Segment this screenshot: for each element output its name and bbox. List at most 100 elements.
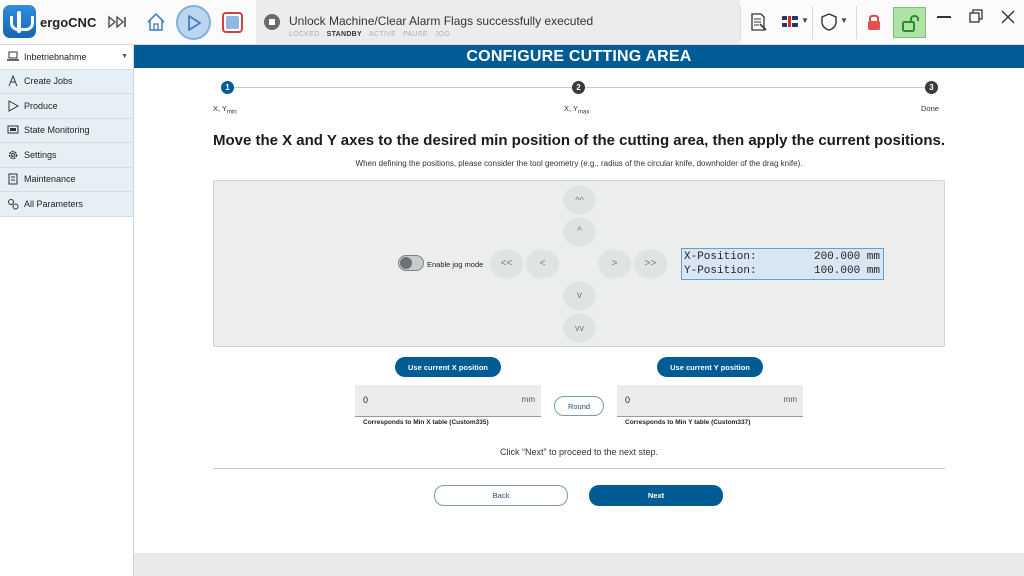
home-icon[interactable] <box>146 12 166 32</box>
app-name: ergoCNC <box>40 15 97 30</box>
gears-icon <box>7 198 19 210</box>
x-position-row: X-Position: 200.000 mm <box>684 251 880 263</box>
wizard-content: 1 2 3 X, Ymin X, Ymax Done Move the X an… <box>134 68 1024 553</box>
state-standby: STANDBY <box>326 31 363 38</box>
footer-bar <box>134 553 1024 576</box>
separator <box>856 6 857 39</box>
play-outline-icon <box>7 99 19 112</box>
shield-icon[interactable] <box>820 12 838 32</box>
sidebar: Inbetriebnahme ▼ Create Jobs Produce Sta… <box>0 45 134 576</box>
unlock-icon <box>901 14 919 32</box>
state-locked: LOCKED <box>289 31 320 38</box>
separator <box>812 6 813 39</box>
min-y-field[interactable]: 0 mm <box>617 385 803 417</box>
window-close-icon[interactable] <box>998 7 1018 27</box>
jog-right-button[interactable]: > <box>598 250 631 278</box>
step-3-label: Done <box>921 104 939 113</box>
min-x-value: 0 <box>363 395 369 405</box>
round-button[interactable]: Round <box>554 396 604 416</box>
min-y-unit: mm <box>783 395 797 404</box>
sidebar-item-label: Settings <box>24 149 57 160</box>
sidebar-item-settings[interactable]: Settings <box>0 143 133 168</box>
lock-icon[interactable] <box>865 12 883 32</box>
status-stop-icon <box>264 14 280 30</box>
use-current-x-button[interactable]: Use current X position <box>395 357 501 377</box>
back-button[interactable]: Back <box>434 485 568 506</box>
sidebar-item-label: Create Jobs <box>24 76 73 87</box>
skip-icon[interactable] <box>107 14 127 30</box>
sidebar-item-label: Produce <box>24 100 58 111</box>
ergocnc-logo-icon <box>3 5 36 38</box>
jog-up-button[interactable]: ^ <box>563 218 596 246</box>
next-button[interactable]: Next <box>589 485 723 506</box>
step-3-indicator: 3 <box>925 81 938 94</box>
step-2-label: X, Ymax <box>564 104 590 116</box>
language-chevron-down-icon[interactable]: ▼ <box>801 16 809 25</box>
hint-text: When defining the positions, please cons… <box>355 159 803 168</box>
divider <box>213 468 945 469</box>
jog-down-button[interactable]: v <box>563 282 596 310</box>
jog-down-fast-button[interactable]: vv <box>563 314 596 342</box>
top-toolbar: ergoCNC Unlock Machine/Clear Alarm Flags… <box>0 0 1024 45</box>
sidebar-item-label: Inbetriebnahme <box>24 51 87 62</box>
chevron-down-icon: ▼ <box>121 53 128 61</box>
min-x-field[interactable]: 0 mm <box>355 385 541 417</box>
step-2-indicator: 2 <box>572 81 585 94</box>
sidebar-item-label: All Parameters <box>24 198 84 209</box>
state-jog: JOG <box>434 31 451 38</box>
use-current-y-button[interactable]: Use current Y position <box>657 357 763 377</box>
y-position-value: 100.000 mm <box>813 265 880 277</box>
position-readout: X-Position: 200.000 mm Y-Position: 100.0… <box>681 248 884 280</box>
jog-left-fast-button[interactable]: << <box>490 250 523 278</box>
y-position-row: Y-Position: 100.000 mm <box>684 265 880 277</box>
stop-button[interactable] <box>222 12 243 33</box>
status-panel: Unlock Machine/Clear Alarm Flags success… <box>256 0 740 44</box>
main-panel: CONFIGURE CUTTING AREA 1 2 3 X, Ymin X, … <box>134 45 1024 576</box>
laptop-icon <box>7 51 19 63</box>
machine-states: LOCKED STANDBY ACTIVE PAUSE JOG <box>289 31 457 38</box>
play-button[interactable] <box>176 5 211 40</box>
sidebar-item-all-parameters[interactable]: All Parameters <box>0 192 133 217</box>
jog-mode-label: Enable jog mode <box>427 260 484 269</box>
clipboard-icon <box>7 173 19 185</box>
x-position-value: 200.000 mm <box>813 251 880 263</box>
sidebar-item-produce[interactable]: Produce <box>0 94 133 119</box>
y-position-label: Y-Position: <box>684 265 757 277</box>
jog-up-fast-button[interactable]: ^^ <box>563 186 596 214</box>
sidebar-item-maintenance[interactable]: Maintenance <box>0 167 133 192</box>
min-x-unit: mm <box>521 395 535 404</box>
window-minimize-icon[interactable] <box>934 10 954 24</box>
monitor-icon <box>7 124 19 136</box>
stepper-line <box>234 87 572 88</box>
min-y-value: 0 <box>625 395 631 405</box>
stepper-line <box>585 87 925 88</box>
state-pause: PAUSE <box>403 31 428 38</box>
unlock-button[interactable] <box>893 7 926 38</box>
sidebar-item-state-monitoring[interactable]: State Monitoring <box>0 118 133 143</box>
status-message: Unlock Machine/Clear Alarm Flags success… <box>289 14 594 28</box>
shield-chevron-down-icon[interactable]: ▼ <box>840 16 848 25</box>
sidebar-item-label: State Monitoring <box>24 125 90 136</box>
separator <box>740 6 741 39</box>
jog-mode-toggle[interactable] <box>398 255 424 271</box>
sidebar-mode-dropdown[interactable]: Inbetriebnahme ▼ <box>0 45 133 70</box>
proceed-text: Click “Next” to proceed to the next step… <box>499 447 659 457</box>
uk-flag-icon[interactable] <box>782 16 798 27</box>
gear-icon <box>7 149 19 161</box>
step-1-label: X, Ymin <box>213 104 237 116</box>
min-y-caption: Corresponds to Min Y table (Custom337) <box>625 419 751 426</box>
step-1-indicator: 1 <box>221 81 234 94</box>
jog-right-fast-button[interactable]: >> <box>634 250 667 278</box>
x-position-label: X-Position: <box>684 251 757 263</box>
window-restore-icon[interactable] <box>967 8 985 24</box>
sidebar-item-label: Maintenance <box>24 174 76 185</box>
sidebar-item-create-jobs[interactable]: Create Jobs <box>0 69 133 94</box>
instruction-text: Move the X and Y axes to the desired min… <box>212 132 946 149</box>
state-active: ACTIVE <box>369 31 397 38</box>
jog-left-button[interactable]: < <box>526 250 559 278</box>
page-title: CONFIGURE CUTTING AREA <box>134 45 1024 68</box>
tool-icon <box>7 75 19 87</box>
min-x-caption: Corresponds to Min X table (Custom335) <box>363 419 489 426</box>
play-icon <box>187 14 201 31</box>
document-icon[interactable] <box>748 12 768 32</box>
